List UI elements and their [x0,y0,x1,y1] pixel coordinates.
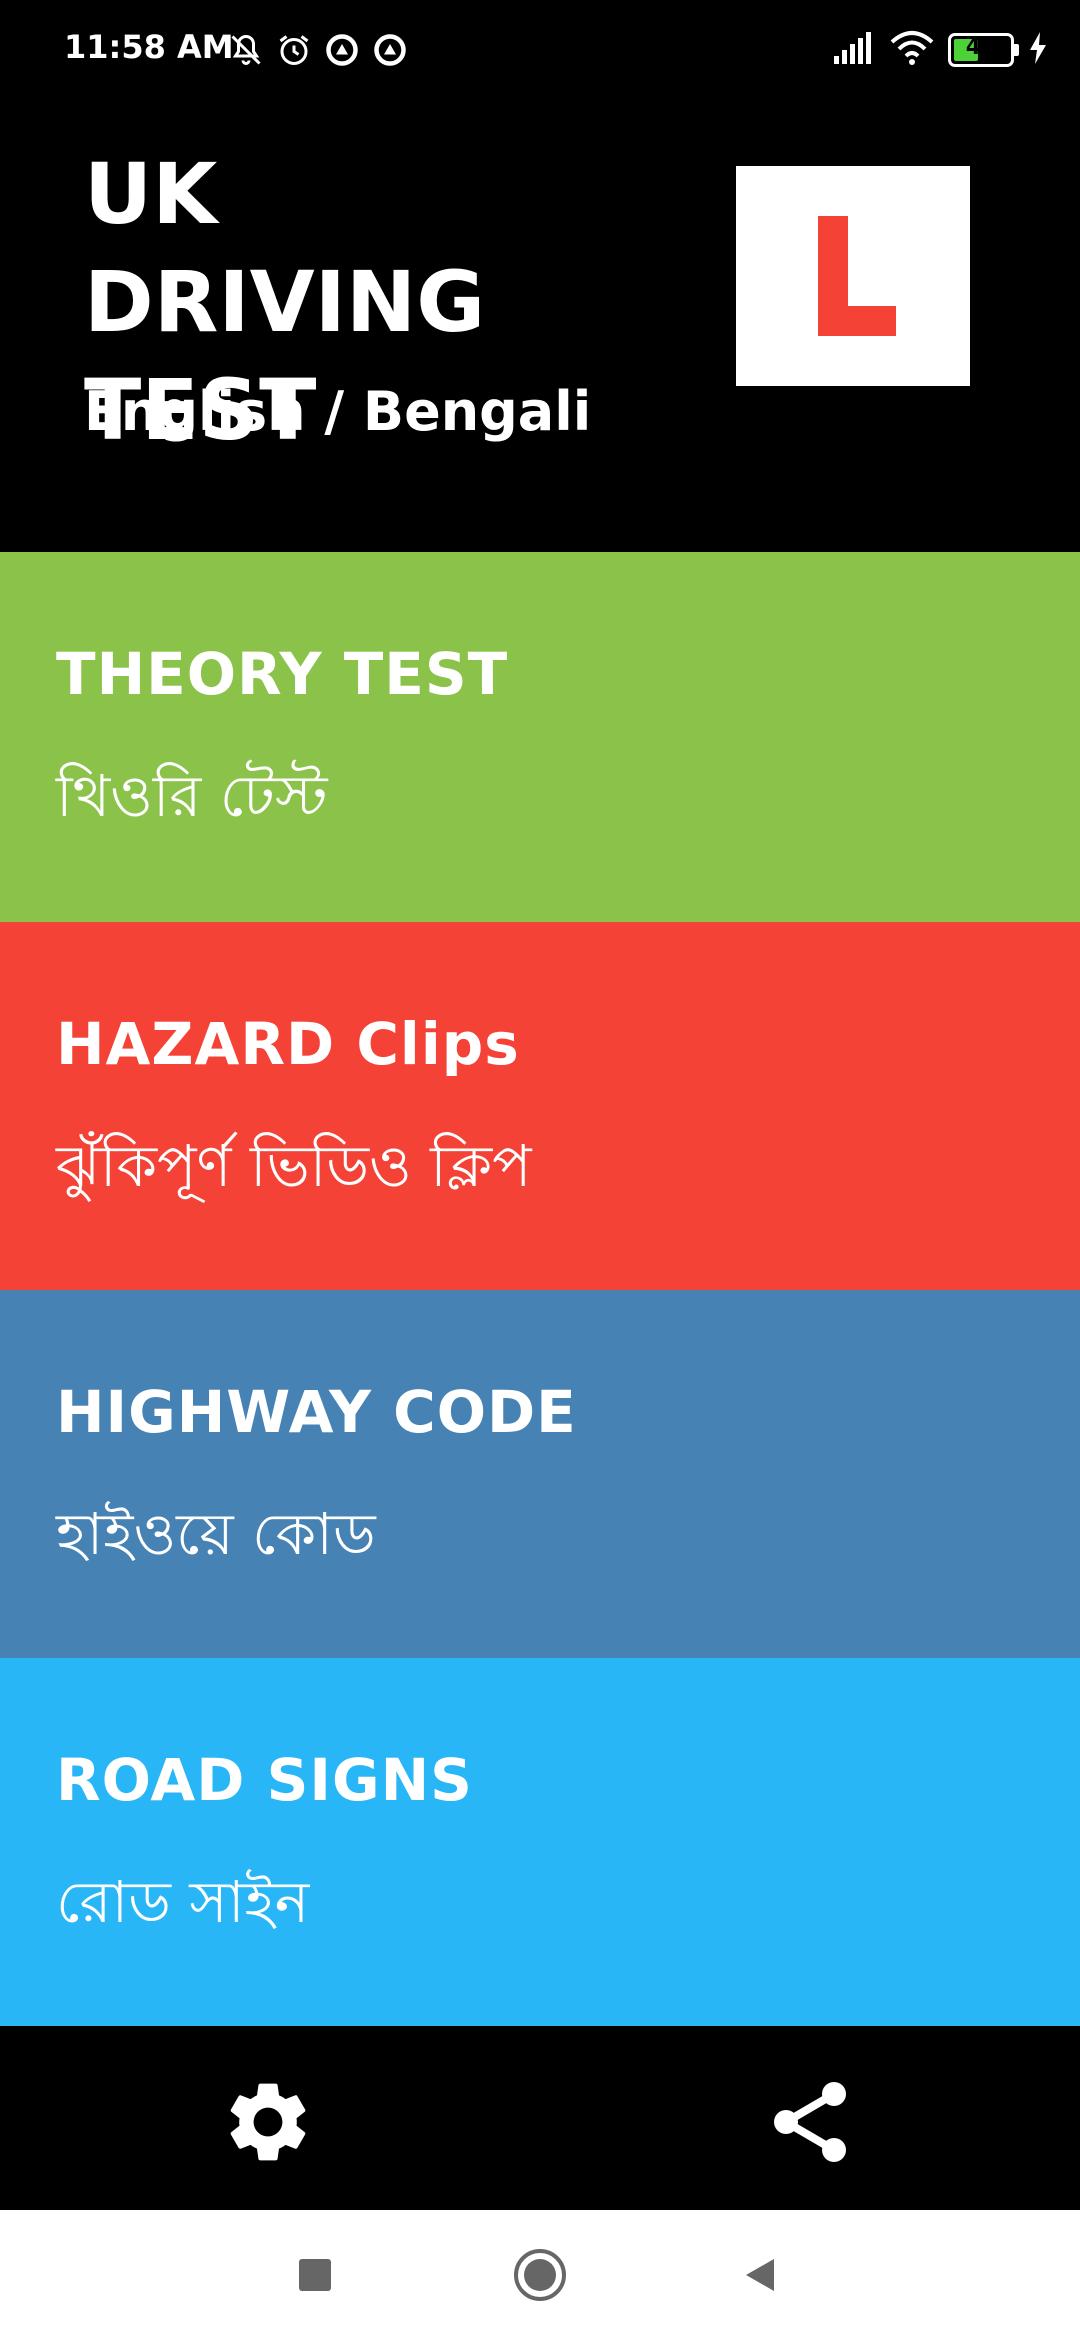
theory-test-button[interactable]: THEORY TEST থিওরি টেস্ট [0,552,1080,922]
battery-level-text: 45 [965,35,997,60]
road-signs-button[interactable]: ROAD SIGNS রোড সাইন [0,1658,1080,2026]
recents-button[interactable] [280,2240,350,2310]
back-button[interactable] [725,2240,795,2310]
app-subtitle: English / Bengali [84,380,592,443]
app-header: UK DRIVING TEST English / Bengali [0,100,1080,552]
highway-code-button[interactable]: HIGHWAY CODE হাইওয়ে কোড [0,1290,1080,1660]
battery-nub [1014,44,1019,56]
data-saver-icon [372,32,408,68]
bottom-toolbar [0,2026,1080,2210]
tile-label-english: ROAD SIGNS [56,1746,473,1814]
tile-label-english: THEORY TEST [56,640,509,708]
tile-label-bengali: থিওরি টেস্ট [56,762,328,830]
alarm-icon [276,32,312,68]
data-saver-icon [324,32,360,68]
status-time: 11:58 AM [64,28,234,66]
home-button[interactable] [505,2240,575,2310]
status-right-icons: 45 [832,28,1048,72]
l-letter-foot [818,306,896,336]
hazard-clips-button[interactable]: HAZARD Clips ঝুঁকিপূর্ণ ভিডিও ক্লিপ [0,922,1080,1292]
recents-square-icon [299,2259,331,2291]
share-button[interactable] [760,2072,860,2172]
tile-label-bengali: রোড সাইন [56,1868,310,1936]
mute-icon [228,32,264,68]
signal-icon [832,30,876,70]
gear-icon [230,2083,306,2161]
learner-plate-logo [736,166,970,386]
back-triangle-icon [746,2259,774,2291]
status-left-icons [228,30,408,70]
tile-label-english: HAZARD Clips [56,1010,520,1078]
charging-icon [1028,32,1048,68]
home-circle-icon [514,2249,566,2301]
settings-button[interactable] [218,2072,318,2172]
battery-icon: 45 [948,33,1019,67]
tile-label-english: HIGHWAY CODE [56,1378,577,1446]
system-nav-bar [0,2210,1080,2340]
tile-label-bengali: হাইওয়ে কোড [56,1500,376,1568]
wifi-icon [890,30,934,70]
tile-label-bengali: ঝুঁকিপূর্ণ ভিডিও ক্লিপ [56,1132,532,1200]
status-bar: 11:58 AM 45 [0,0,1080,100]
share-icon [774,2082,846,2162]
